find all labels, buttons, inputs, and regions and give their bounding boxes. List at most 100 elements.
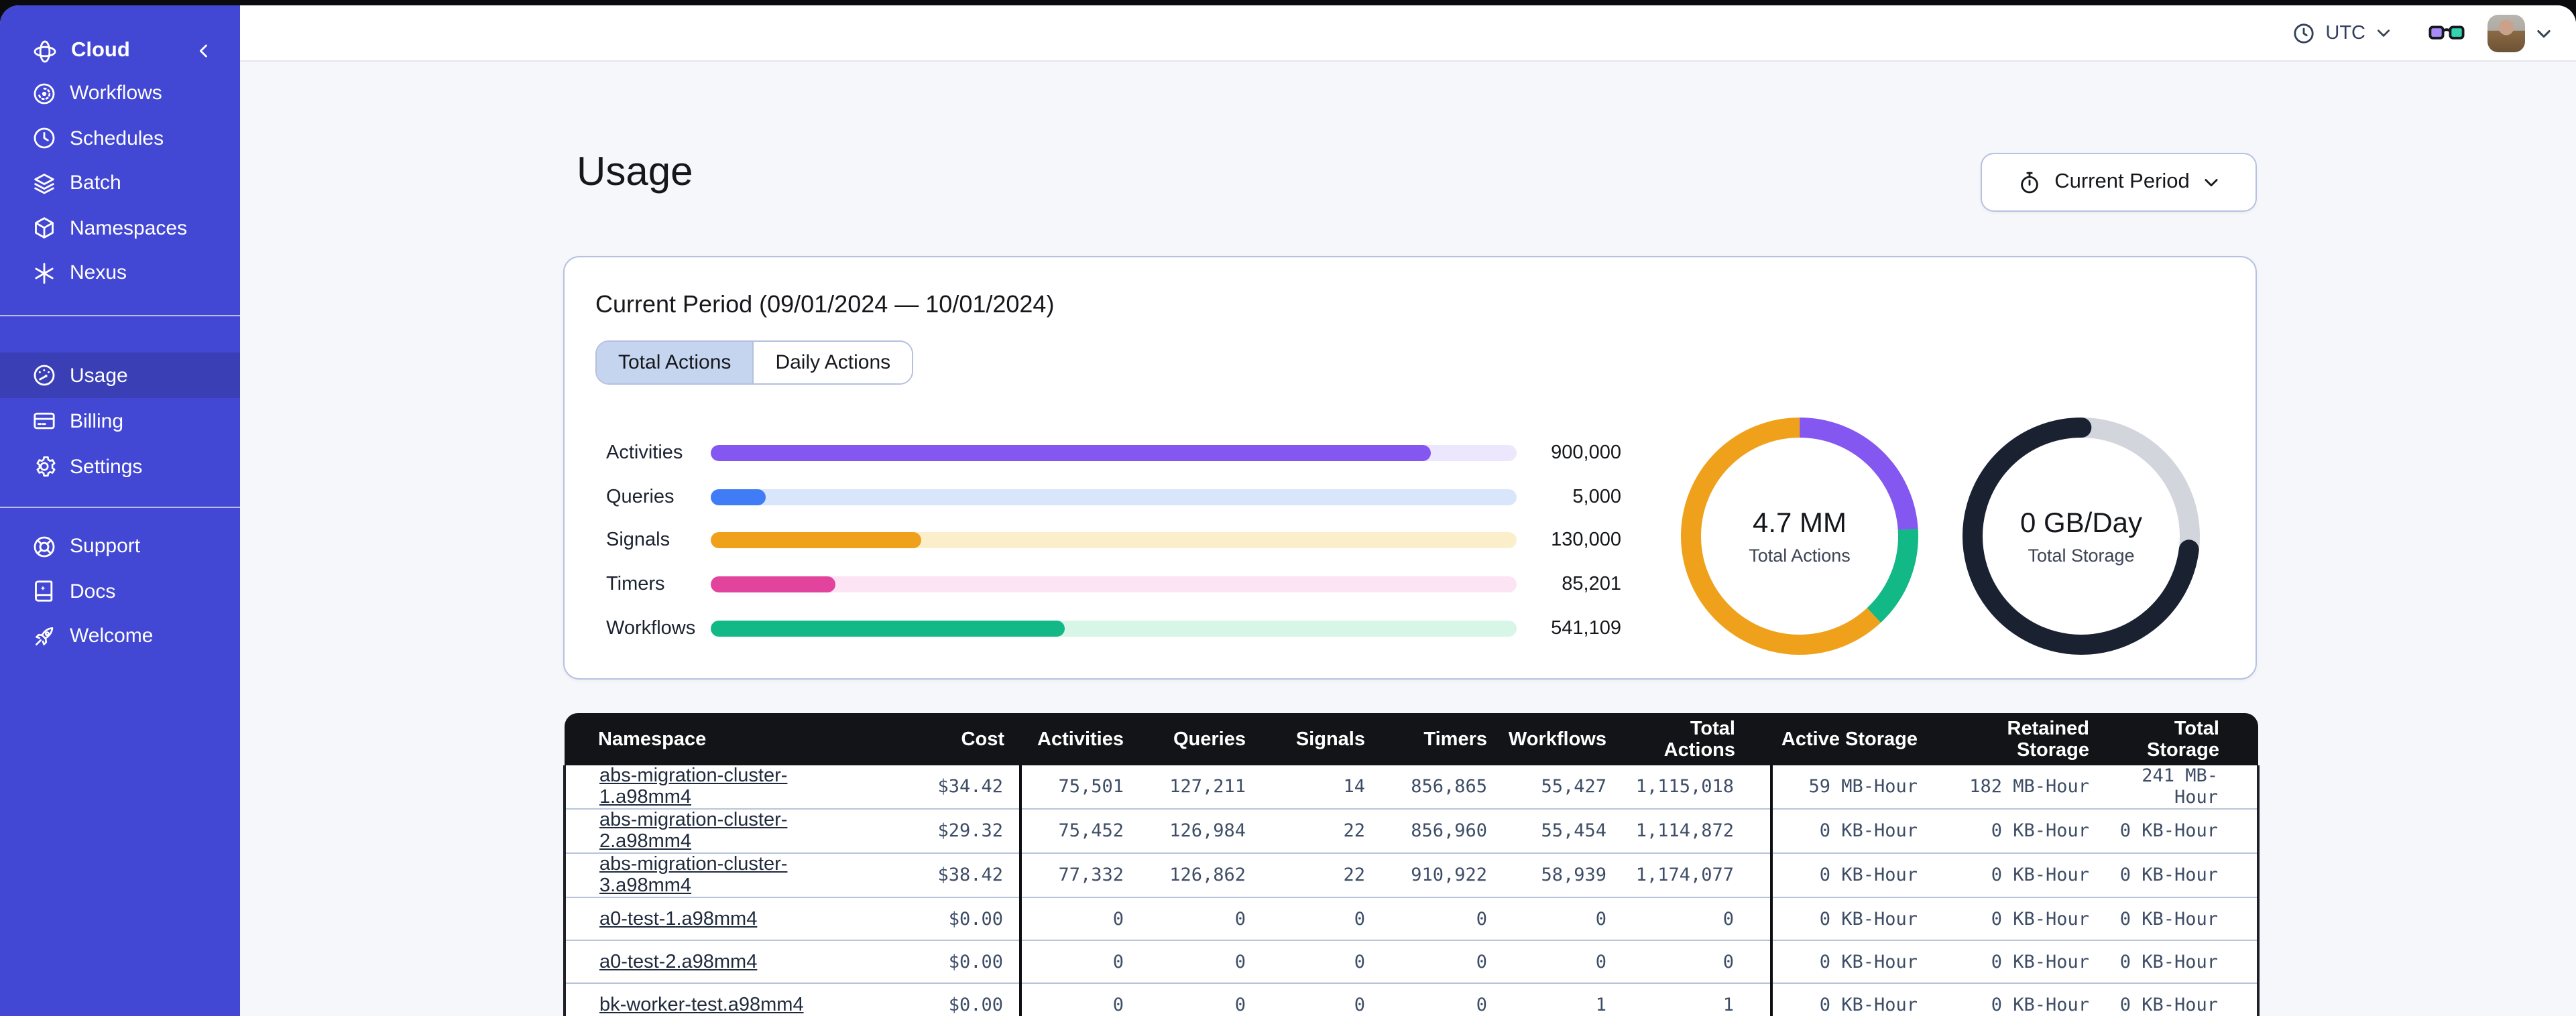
- avatar[interactable]: [2487, 14, 2525, 52]
- clock-icon: [2294, 23, 2315, 43]
- bar-fill: [711, 576, 836, 593]
- sidebar-nav-primary: Workflows Schedules Batch Namespaces Nex…: [0, 71, 240, 296]
- cell-workflows: 0: [1503, 897, 1623, 940]
- col-total-actions: Total Actions: [1623, 713, 1771, 765]
- cell-cost: $0.00: [884, 940, 1020, 983]
- sidebar-item-workflows[interactable]: Workflows: [0, 71, 240, 116]
- cell-retained-storage: 0 KB-Hour: [1934, 897, 2105, 940]
- sidebar-item-settings[interactable]: Settings: [0, 444, 240, 489]
- cell-workflows: 55,454: [1503, 808, 1623, 853]
- bar-value: 900,000: [1551, 442, 1621, 464]
- table-row: bk-worker-test.a98mm4 $0.00 0 0 0 0 1 1 …: [563, 982, 2260, 1016]
- sidebar-item-schedules[interactable]: Schedules: [0, 116, 240, 161]
- cell-signals: 0: [1262, 982, 1381, 1016]
- donut-center-label: 4.7 MM Total Actions: [1680, 417, 1919, 655]
- docs-book-icon: [35, 580, 53, 602]
- actions-tab-group: Total Actions Daily Actions: [595, 340, 914, 385]
- sidebar-item-batch[interactable]: Batch: [0, 161, 240, 206]
- sidebar-item-label: Nexus: [70, 261, 127, 285]
- table-row: abs-migration-cluster-1.a98mm4 $34.42 75…: [563, 765, 2260, 809]
- sidebar-divider: [0, 507, 240, 508]
- namespace-link[interactable]: abs-migration-cluster-3.a98mm4: [599, 854, 787, 897]
- billing-card-icon: [34, 412, 55, 430]
- cell-total-actions: 1,174,077: [1623, 852, 1771, 897]
- namespace-link[interactable]: a0-test-2.a98mm4: [599, 951, 757, 972]
- total-storage-caption: Total Storage: [2028, 545, 2135, 565]
- cell-active-storage: 59 MB-Hour: [1770, 765, 1934, 809]
- col-workflows: Workflows: [1503, 713, 1623, 765]
- col-namespace: Namespace: [565, 713, 884, 765]
- col-activities: Activities: [1020, 713, 1140, 765]
- brand-label: Cloud: [71, 39, 130, 62]
- cell-activities: 77,332: [1019, 852, 1140, 897]
- table-row: abs-migration-cluster-3.a98mm4 $38.42 77…: [563, 852, 2260, 897]
- settings-gear-icon: [36, 456, 56, 477]
- main-content: Usage Current Period Current Period (09/…: [240, 62, 2576, 1016]
- cell-activities: 75,452: [1019, 808, 1140, 853]
- sidebar-item-namespaces[interactable]: Namespaces: [0, 206, 240, 251]
- bar-track: [711, 620, 1517, 637]
- bar-row-workflows: Workflows 541,109: [606, 607, 1621, 650]
- sidebar-item-billing[interactable]: Billing: [0, 398, 240, 444]
- cell-total-actions: 1,115,018: [1623, 765, 1771, 809]
- page-title: Usage: [577, 150, 693, 194]
- cell-retained-storage: 0 KB-Hour: [1934, 852, 2105, 897]
- sidebar-item-welcome[interactable]: Welcome: [0, 614, 240, 659]
- card-title: Current Period (09/01/2024 — 10/01/2024): [595, 291, 1055, 318]
- cell-cost: $34.42: [884, 765, 1020, 809]
- total-storage-value: 0 GB/Day: [2019, 507, 2143, 538]
- app-window: Cloud Workflows Schedules Batch Namespac…: [0, 5, 2576, 1016]
- current-period-card: Current Period (09/01/2024 — 10/01/2024)…: [563, 256, 2257, 680]
- namespace-link[interactable]: abs-migration-cluster-1.a98mm4: [599, 765, 787, 808]
- cell-timers: 0: [1381, 897, 1503, 940]
- bar-track: [711, 532, 1517, 549]
- cell-active-storage: 0 KB-Hour: [1770, 852, 1934, 897]
- total-storage-donut: 0 GB/Day Total Storage: [1962, 417, 2201, 655]
- cell-active-storage: 0 KB-Hour: [1770, 982, 1934, 1016]
- cell-workflows: 55,427: [1503, 765, 1623, 809]
- namespace-link[interactable]: abs-migration-cluster-2.a98mm4: [599, 810, 787, 852]
- namespace-link[interactable]: bk-worker-test.a98mm4: [599, 995, 804, 1016]
- cell-cost: $0.00: [884, 897, 1020, 940]
- account-menu-button[interactable]: [2534, 23, 2553, 42]
- cell-active-storage: 0 KB-Hour: [1770, 940, 1934, 983]
- support-lifebuoy-icon: [34, 536, 55, 557]
- sidebar-item-label: Docs: [70, 580, 116, 603]
- brand-cloud[interactable]: Cloud: [0, 27, 240, 75]
- sidebar-item-usage[interactable]: Usage: [0, 353, 240, 398]
- cell-signals: 22: [1262, 852, 1381, 897]
- cell-total-storage: 0 KB-Hour: [2105, 982, 2260, 1016]
- sidebar-item-docs[interactable]: Docs: [0, 569, 240, 614]
- sidebar-collapse-button[interactable]: [194, 42, 213, 60]
- bar-fill: [711, 532, 921, 549]
- labs-toggle[interactable]: [2428, 20, 2465, 46]
- timezone-selector[interactable]: UTC: [2292, 21, 2392, 45]
- cell-total-actions: 1: [1623, 982, 1771, 1016]
- cell-activities: 0: [1019, 982, 1140, 1016]
- cell-cost: $29.32: [884, 808, 1020, 853]
- bar-row-queries: Queries 5,000: [606, 475, 1621, 519]
- bar-fill: [711, 445, 1431, 462]
- cell-cost: $0.00: [884, 982, 1020, 1016]
- col-queries: Queries: [1140, 713, 1262, 765]
- tab-total-actions[interactable]: Total Actions: [597, 342, 753, 383]
- sidebar-item-nexus[interactable]: Nexus: [0, 251, 240, 296]
- bar-label: Activities: [606, 442, 683, 464]
- cell-cost: $38.42: [884, 852, 1020, 897]
- namespaces-icon: [35, 217, 54, 239]
- period-selector-button[interactable]: Current Period: [1981, 153, 2257, 212]
- cell-queries: 0: [1140, 982, 1262, 1016]
- sidebar-item-label: Workflows: [70, 82, 162, 105]
- cell-timers: 0: [1381, 982, 1503, 1016]
- cell-timers: 0: [1381, 940, 1503, 983]
- cell-retained-storage: 0 KB-Hour: [1934, 982, 2105, 1016]
- cell-timers: 856,865: [1381, 765, 1503, 809]
- tab-daily-actions[interactable]: Daily Actions: [752, 342, 913, 383]
- cell-queries: 126,862: [1140, 852, 1262, 897]
- sidebar-item-support[interactable]: Support: [0, 524, 240, 569]
- namespace-link[interactable]: a0-test-1.a98mm4: [599, 908, 757, 930]
- sidebar: Cloud Workflows Schedules Batch Namespac…: [0, 5, 240, 1016]
- sidebar-item-label: Settings: [70, 455, 143, 478]
- cell-total-storage: 241 MB-Hour: [2105, 765, 2260, 809]
- nexus-icon: [35, 262, 54, 284]
